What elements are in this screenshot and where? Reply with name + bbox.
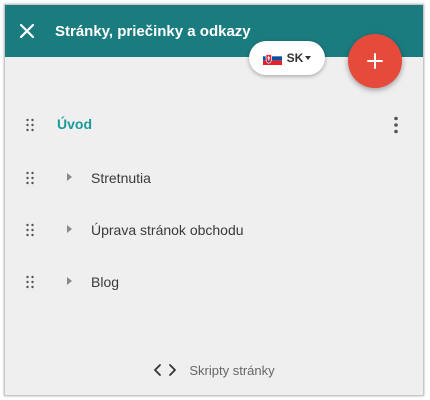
more-vert-icon[interactable] (388, 115, 404, 135)
drag-handle-icon[interactable] (25, 275, 35, 289)
page-item-label[interactable]: Úvod (57, 116, 92, 132)
expand-arrow-icon[interactable] (67, 173, 72, 181)
code-icon (154, 364, 177, 376)
add-button[interactable] (348, 34, 402, 88)
page-scripts-link[interactable]: Skripty stránky (5, 357, 423, 383)
drag-handle-icon[interactable] (25, 171, 35, 185)
page-item-uvod[interactable]: Úvod (5, 105, 423, 145)
page-item-label[interactable]: Blog (91, 274, 119, 290)
language-code: SK (286, 51, 304, 65)
pages-panel: Stránky, priečinky a odkazy SK Úvod Stre… (4, 4, 424, 396)
language-selector[interactable]: SK (249, 41, 325, 75)
dropdown-caret-icon (305, 56, 312, 60)
drag-handle-icon[interactable] (25, 118, 35, 132)
page-item-blog[interactable]: Blog (5, 262, 423, 302)
page-item-uprava-stranok-obchodu[interactable]: Úprava stránok obchodu (5, 210, 423, 250)
drag-handle-icon[interactable] (25, 223, 35, 237)
page-item-label[interactable]: Stretnutia (91, 170, 151, 186)
expand-arrow-icon[interactable] (67, 225, 72, 233)
close-icon[interactable] (17, 21, 37, 41)
slovak-flag-icon (262, 51, 282, 65)
page-item-stretnutia[interactable]: Stretnutia (5, 158, 423, 198)
expand-arrow-icon[interactable] (67, 277, 72, 285)
panel-title: Stránky, priečinky a odkazy (55, 23, 251, 40)
plus-icon (367, 53, 383, 69)
page-item-label[interactable]: Úprava stránok obchodu (91, 222, 244, 238)
page-scripts-label: Skripty stránky (189, 362, 275, 378)
